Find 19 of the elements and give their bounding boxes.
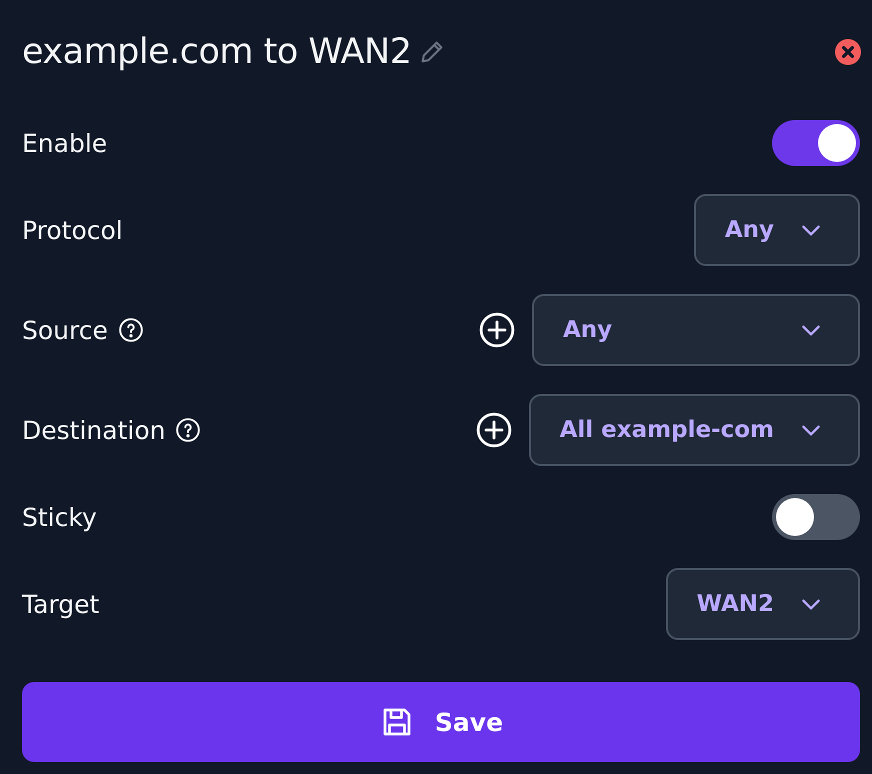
toggle-switch[interactable] bbox=[772, 120, 860, 166]
help-icon[interactable] bbox=[118, 317, 144, 343]
close-icon[interactable] bbox=[835, 39, 861, 65]
field-label: Target bbox=[22, 590, 100, 618]
field-label: Protocol bbox=[22, 216, 123, 244]
dropdown[interactable]: Any bbox=[532, 294, 860, 366]
field-label: Source bbox=[22, 316, 108, 344]
field-label: Sticky bbox=[22, 502, 97, 532]
window-title: example.com to WAN2 bbox=[22, 32, 412, 72]
dropdown[interactable]: Any bbox=[694, 194, 860, 266]
add-icon[interactable] bbox=[474, 411, 513, 449]
toggle-switch[interactable] bbox=[772, 494, 860, 540]
help-icon[interactable] bbox=[175, 417, 202, 443]
field-label: Enable bbox=[22, 128, 108, 158]
dropdown[interactable]: WAN2 bbox=[666, 568, 860, 640]
add-icon[interactable] bbox=[478, 311, 516, 349]
save-button[interactable]: Save bbox=[22, 682, 860, 762]
field-label: Destination bbox=[22, 416, 166, 444]
dropdown[interactable]: All example-com bbox=[528, 394, 860, 466]
